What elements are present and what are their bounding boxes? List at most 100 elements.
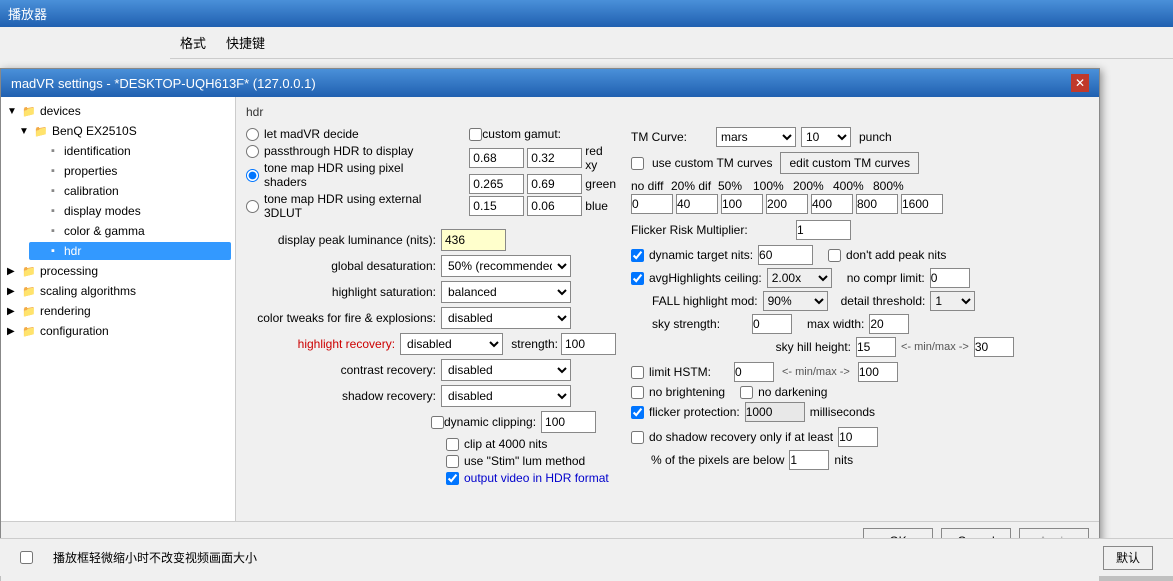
sidebar-item-scaling[interactable]: ▶ 📁 scaling algorithms — [5, 281, 231, 301]
limit-hstm-checkbox[interactable] — [631, 366, 644, 379]
limit-hstm-max[interactable] — [858, 362, 898, 382]
flicker-protection-input[interactable] — [745, 402, 805, 422]
diff-v1600[interactable] — [901, 194, 943, 214]
tm-curve-select[interactable]: mars — [716, 127, 796, 147]
d20-label: 20% dif — [671, 179, 713, 193]
dynamic-clipping-checkbox[interactable] — [431, 416, 444, 429]
strength-input[interactable] — [561, 333, 616, 355]
limit-hstm-label: limit HSTM: — [649, 365, 729, 379]
display-peak-label: display peak luminance (nits): — [246, 233, 441, 247]
sidebar-item-display-modes[interactable]: ▪ display modes — [5, 201, 231, 221]
diff-v400[interactable] — [811, 194, 853, 214]
avg-highlights-checkbox[interactable] — [631, 272, 644, 285]
sidebar-item-color-gamma[interactable]: ▪ color & gamma — [5, 221, 231, 241]
bottom-checkbox[interactable] — [20, 551, 33, 564]
diff-v0[interactable] — [631, 194, 673, 214]
output-hdr-checkbox[interactable] — [446, 472, 459, 485]
dont-add-peak-checkbox[interactable] — [828, 249, 841, 262]
dynamic-target-label: dynamic target nits: — [649, 248, 753, 262]
dynamic-target-checkbox[interactable] — [631, 249, 644, 262]
avg-highlights-row: avgHighlights ceiling: 2.00x no compr li… — [631, 268, 1089, 288]
gamut-r1-v1[interactable] — [469, 148, 524, 168]
bg-nav-shortcuts[interactable]: 快捷键 — [216, 30, 275, 55]
custom-gamut-checkbox[interactable] — [469, 128, 482, 141]
sky-hill-arrow: <- min/max -> — [901, 341, 969, 353]
diff-v200[interactable] — [766, 194, 808, 214]
sidebar-item-processing[interactable]: ▶ 📁 processing — [5, 261, 231, 281]
avg-highlights-select[interactable]: 2.00x — [767, 268, 832, 288]
flicker-risk-input[interactable] — [796, 220, 851, 240]
highlight-recovery-select[interactable]: disabled — [400, 333, 503, 355]
radio-passthrough-label: passthrough HDR to display — [264, 144, 413, 158]
bg-nav-format[interactable]: 格式 — [170, 30, 216, 55]
close-button[interactable]: ✕ — [1071, 74, 1089, 92]
diff-v40[interactable] — [676, 194, 718, 214]
d800-label: 800% — [873, 179, 908, 193]
contrast-recovery-select[interactable]: disabled — [441, 359, 571, 381]
gamut-r3-v2[interactable] — [527, 196, 582, 216]
limit-hstm-input[interactable] — [734, 362, 774, 382]
radio-passthrough[interactable] — [246, 145, 259, 158]
gamut-r2-v1[interactable] — [469, 174, 524, 194]
sky-strength-label: sky strength: — [652, 317, 747, 331]
sidebar-item-calibration[interactable]: ▪ calibration — [5, 181, 231, 201]
gamut-r3-label: blue — [585, 199, 608, 213]
shadow-recovery-select[interactable]: disabled — [441, 385, 571, 407]
edit-custom-tm-btn[interactable]: edit custom TM curves — [780, 152, 918, 174]
default-button[interactable]: 默认 — [1103, 546, 1153, 570]
pixels-below-input[interactable] — [789, 450, 829, 470]
tm-curve-row: TM Curve: mars 10 punch — [631, 127, 1089, 147]
highlight-sat-label: highlight saturation: — [246, 285, 441, 299]
d50-label: 50% — [718, 179, 748, 193]
dialog-body: ▼ 📁 devices ▼ 📁 BenQ EX2510S ▪ identifi — [1, 97, 1099, 521]
sky-hill-max[interactable] — [974, 337, 1014, 357]
display-peak-input[interactable] — [441, 229, 506, 251]
sidebar-item-rendering[interactable]: ▶ 📁 rendering — [5, 301, 231, 321]
stim-checkbox[interactable] — [446, 455, 459, 468]
fall-highlight-select[interactable]: 90% — [763, 291, 828, 311]
no-brightening-checkbox[interactable] — [631, 386, 644, 399]
sidebar-item-identification[interactable]: ▪ identification — [5, 141, 231, 161]
gamut-r1-v2[interactable] — [527, 148, 582, 168]
no-darkening-checkbox[interactable] — [740, 386, 753, 399]
highlight-sat-select[interactable]: balanced — [441, 281, 571, 303]
sidebar-item-benq[interactable]: ▼ 📁 BenQ EX2510S — [5, 121, 231, 141]
sidebar-item-properties[interactable]: ▪ properties — [5, 161, 231, 181]
highlight-sat-row: highlight saturation: balanced — [246, 281, 616, 303]
output-hdr-row: output video in HDR format — [446, 471, 616, 485]
radio-let-madvr[interactable] — [246, 128, 259, 141]
d100-label: 100% — [753, 179, 788, 193]
radio-tone-map-3dlut[interactable] — [246, 200, 259, 213]
sidebar-item-hdr[interactable]: ▪ hdr — [5, 241, 231, 261]
sidebar-item-configuration[interactable]: ▶ 📁 configuration — [5, 321, 231, 341]
custom-gamut-label: custom gamut: — [482, 127, 561, 141]
clip-4000-checkbox[interactable] — [446, 438, 459, 451]
gamut-r2-v2[interactable] — [527, 174, 582, 194]
max-width-input[interactable] — [869, 314, 909, 334]
shadow-recovery-only-label: do shadow recovery only if at least — [649, 430, 833, 444]
diff-v800[interactable] — [856, 194, 898, 214]
dynamic-target-row: dynamic target nits: don't add peak nits — [631, 245, 1089, 265]
color-tweaks-select[interactable]: disabled — [441, 307, 571, 329]
no-compr-input[interactable] — [930, 268, 970, 288]
detail-threshold-select[interactable]: 1 — [930, 291, 975, 311]
stim-label: use "Stim" lum method — [464, 454, 585, 468]
contrast-recovery-row: contrast recovery: disabled — [246, 359, 616, 381]
use-custom-tm-checkbox[interactable] — [631, 157, 644, 170]
sky-hill-input[interactable] — [856, 337, 896, 357]
radio-tone-map-shaders[interactable] — [246, 169, 259, 182]
sky-strength-input[interactable] — [752, 314, 792, 334]
shadow-recovery-only-checkbox[interactable] — [631, 431, 644, 444]
diff-v100[interactable] — [721, 194, 763, 214]
flicker-protection-checkbox[interactable] — [631, 406, 644, 419]
dynamic-clipping-input[interactable] — [541, 411, 596, 433]
gamut-r3-v1[interactable] — [469, 196, 524, 216]
sidebar-item-devices[interactable]: ▼ 📁 devices — [5, 101, 231, 121]
global-desat-select[interactable]: 50% (recommended) — [441, 255, 571, 277]
dynamic-target-input[interactable] — [758, 245, 813, 265]
tm-curve-value2[interactable]: 10 — [801, 127, 851, 147]
flicker-protection-label: flicker protection: — [649, 405, 740, 419]
shadow-recovery-only-input[interactable] — [838, 427, 878, 447]
radio-tone-map-shaders-label: tone map HDR using pixel shaders — [264, 161, 449, 189]
dynamic-clipping-row: dynamic clipping: — [246, 411, 616, 433]
